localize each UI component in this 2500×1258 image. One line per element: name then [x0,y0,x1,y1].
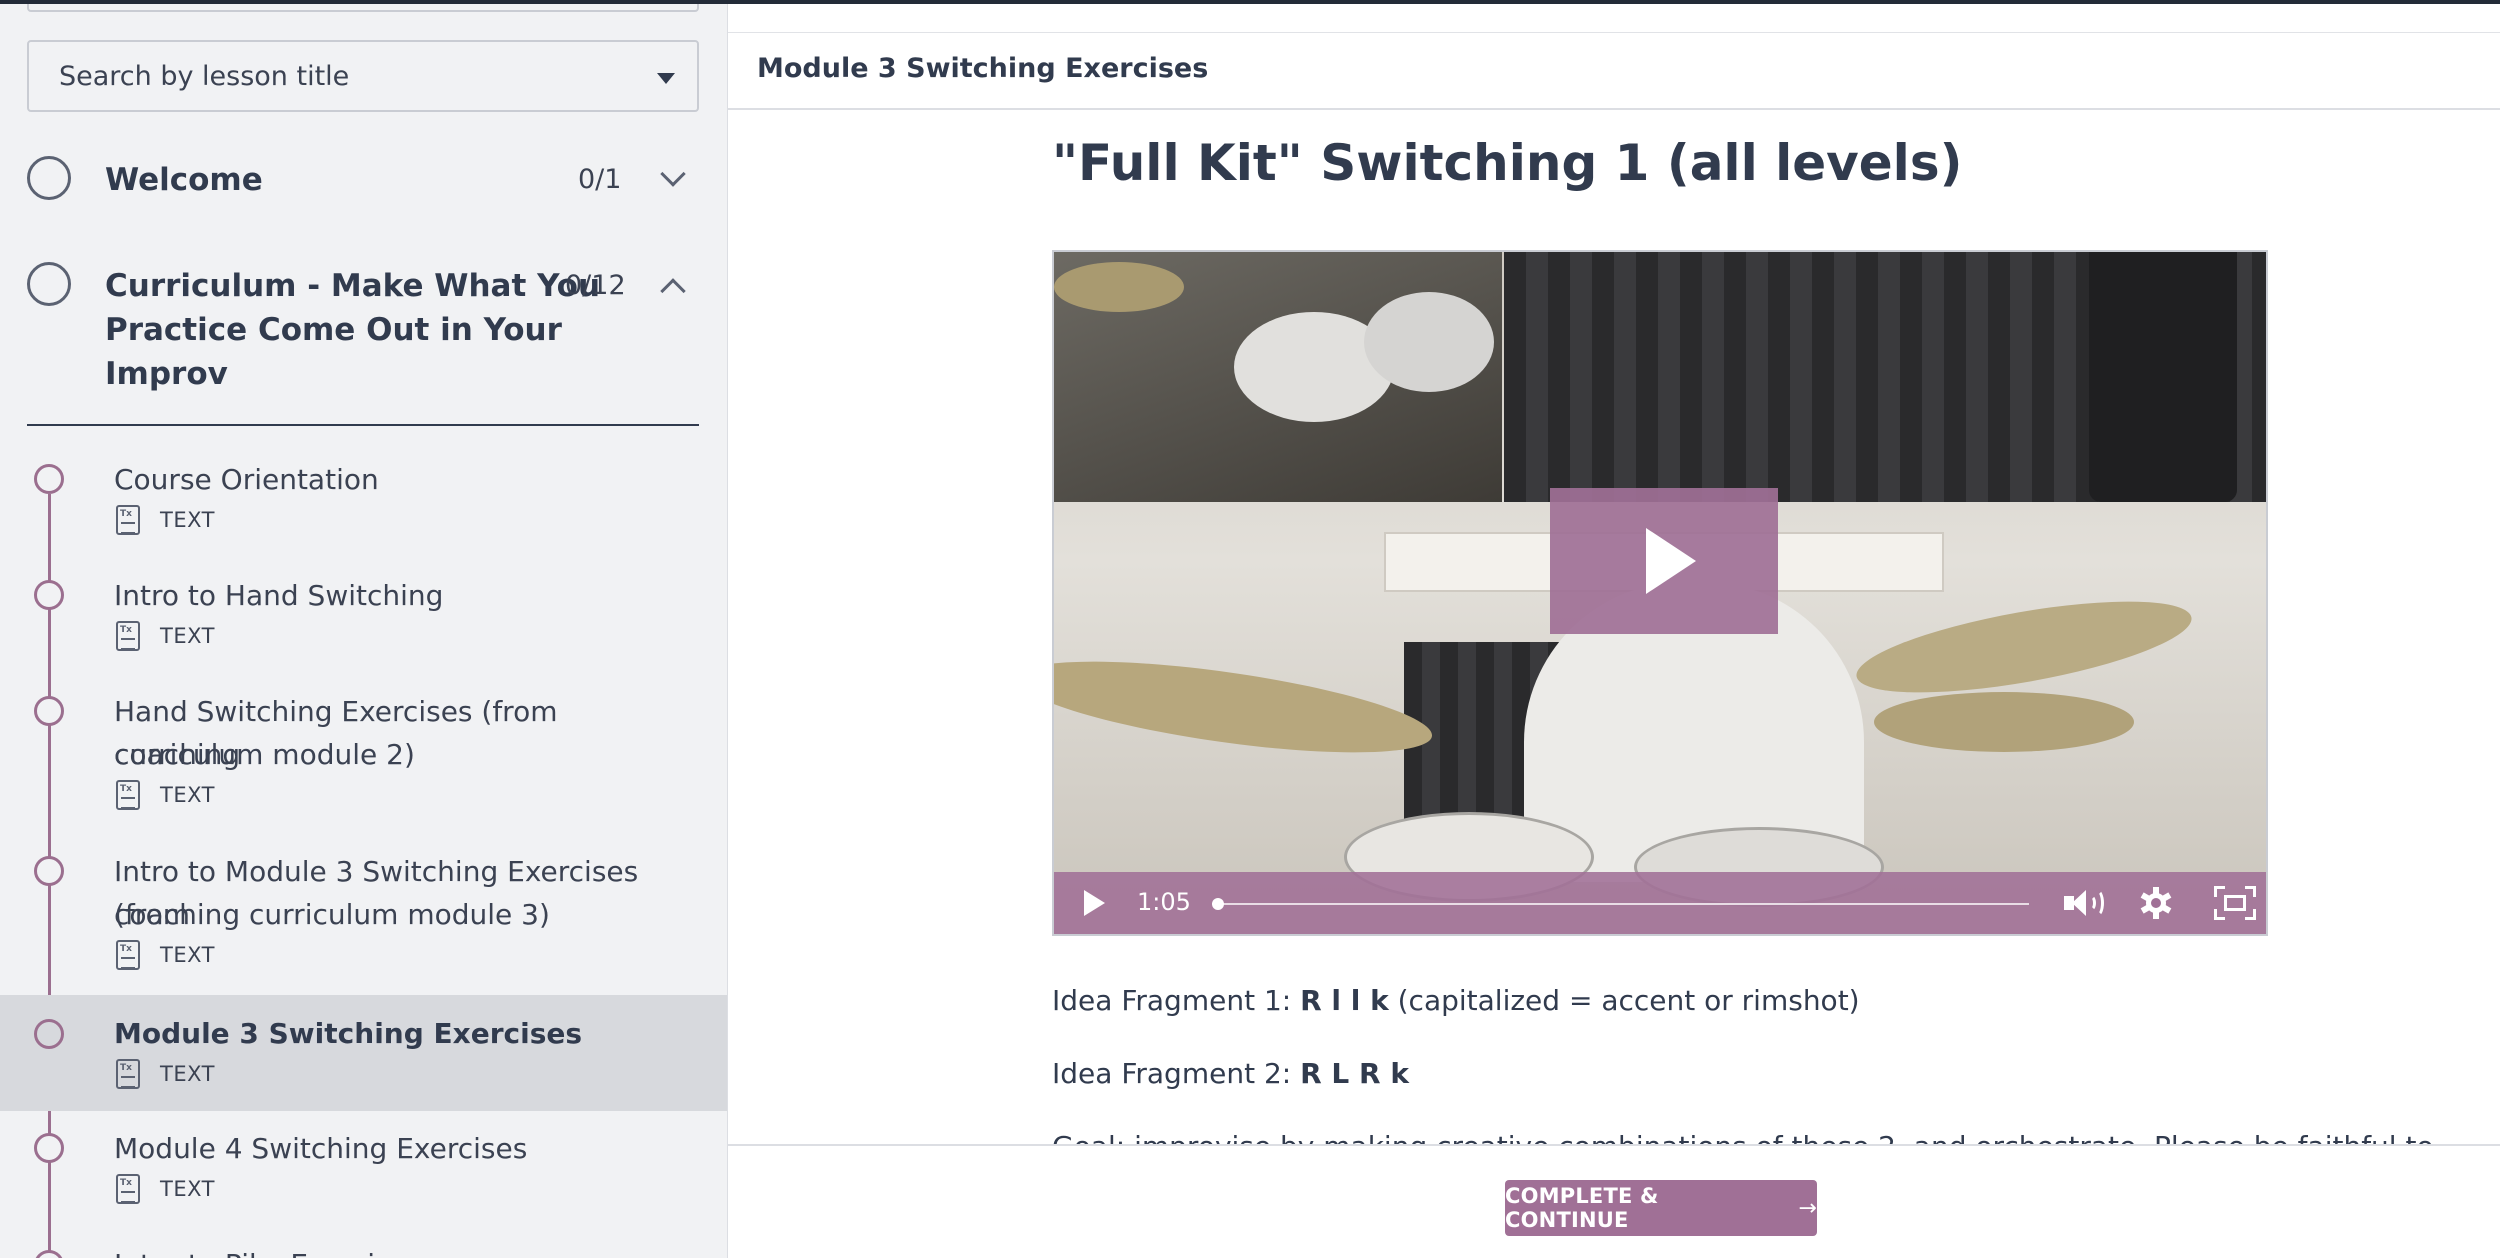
lesson-meta: TEXT [116,1059,215,1089]
lesson-title: Intro to Hand Switching [114,579,444,612]
lesson-type: TEXT [160,943,215,967]
lesson-item[interactable]: Intro to Hand Switching TEXT [0,566,727,682]
settings-gear-icon[interactable] [2140,887,2172,919]
header-title: Module 3 Switching Exercises [757,53,1209,84]
chapter-title-line-1: Curriculum - Make What You [105,268,601,304]
lesson-item[interactable]: Module 4 Switching Exercises TEXT [0,1111,727,1227]
lesson-title: Module 3 Switching Exercises [114,1017,583,1050]
lesson-header: Module 3 Switching Exercises [728,32,2500,110]
fragment-label: Idea Fragment 2: [1052,1057,1301,1090]
lesson-status-icon [34,1250,64,1258]
progress-handle[interactable] [1212,898,1224,910]
lesson-item[interactable]: Hand Switching Exercises (from coaching … [0,682,727,842]
text-document-icon [116,1059,140,1089]
fragment-pattern: R L R k [1300,1057,1409,1090]
lesson-type: TEXT [160,624,215,648]
progress-ring-icon [27,156,71,200]
video-controls: 1:05 [1054,872,2266,934]
lesson-search-dropdown[interactable]: Search by lesson title [27,40,699,112]
lesson-type: TEXT [160,508,215,532]
text-document-icon [116,940,140,970]
lesson-item-active[interactable]: Module 3 Switching Exercises TEXT [0,995,727,1111]
lesson-status-icon [34,464,64,494]
play-icon[interactable] [1084,890,1105,916]
lesson-status-icon [34,856,64,886]
course-sidebar: Search by lesson title Welcome 0/1 Curri… [0,4,728,1258]
lesson-title: "Full Kit" Switching 1 (all levels) [1052,134,1963,192]
lesson-footer: COMPLETE & CONTINUE → [728,1144,2500,1258]
text-document-icon [116,780,140,810]
lesson-status-icon [34,1133,64,1163]
lesson-title-line-2: coaching curriculum module 3) [114,898,550,931]
lesson-title-line-2: curriculum module 2) [114,738,415,771]
caret-down-icon [657,73,675,84]
cta-label: COMPLETE & CONTINUE [1505,1184,1659,1232]
chapter-title-line-2: Practice Come Out in Your [105,312,562,348]
complete-continue-button[interactable]: COMPLETE & CONTINUE → [1505,1180,1817,1236]
lesson-item[interactable]: Intro to Pike Exercises [0,1227,727,1258]
video-time: 1:05 [1137,888,1191,916]
previous-control[interactable] [27,4,699,12]
chapter-title: Welcome [105,162,263,198]
chapter-progress: 0/12 [565,270,626,301]
chevron-up-icon[interactable] [660,278,686,304]
lesson-status-icon [34,580,64,610]
text-document-icon [116,505,140,535]
lesson-item[interactable]: Course Orientation TEXT [0,450,727,566]
fragment-label: Idea Fragment 1: [1052,984,1301,1017]
lesson-type: TEXT [160,1177,215,1201]
chapter-title-line-3: Improv [105,356,228,392]
text-document-icon [116,1174,140,1204]
chapter-divider [27,424,699,426]
lesson-meta: TEXT [116,505,215,535]
lesson-title: Intro to Pike Exercises [114,1243,674,1258]
progress-ring-icon [27,262,71,306]
idea-fragment-1: Idea Fragment 1: R l l k (capitalized = … [1052,984,1860,1017]
lesson-content: Module 3 Switching Exercises "Full Kit" … [728,4,2500,1258]
text-document-icon [116,621,140,651]
chapter-curriculum[interactable]: Curriculum - Make What You Practice Come… [27,262,699,412]
fragment-note: (capitalized = accent or rimshot) [1388,984,1860,1017]
progress-bar[interactable] [1219,903,2029,905]
volume-icon[interactable] [2064,886,2104,920]
lesson-meta: TEXT [116,621,215,651]
video-player[interactable]: 1:05 [1052,250,2268,936]
idea-fragment-2: Idea Fragment 2: R L R k [1052,1057,1409,1090]
arrow-right-icon: → [1798,1195,1817,1221]
lesson-status-icon [34,696,64,726]
fragment-pattern: R l l k [1300,984,1389,1017]
chevron-down-icon[interactable] [660,161,686,187]
lesson-status-icon [34,1019,64,1049]
chapter-welcome[interactable]: Welcome 0/1 [27,156,699,216]
fullscreen-icon[interactable] [2214,886,2256,920]
play-icon [1646,528,1696,594]
lesson-meta: TEXT [116,1174,215,1204]
lesson-type: TEXT [160,1062,215,1086]
big-play-button[interactable] [1550,488,1778,634]
search-label: Search by lesson title [59,60,350,92]
lesson-title: Course Orientation [114,463,379,496]
chapter-progress: 0/1 [578,164,622,195]
lesson-meta: TEXT [116,780,215,810]
lesson-meta: TEXT [116,940,215,970]
lesson-type: TEXT [160,783,215,807]
lesson-title: Module 4 Switching Exercises [114,1132,528,1165]
lesson-item[interactable]: Intro to Module 3 Switching Exercises (f… [0,842,727,995]
